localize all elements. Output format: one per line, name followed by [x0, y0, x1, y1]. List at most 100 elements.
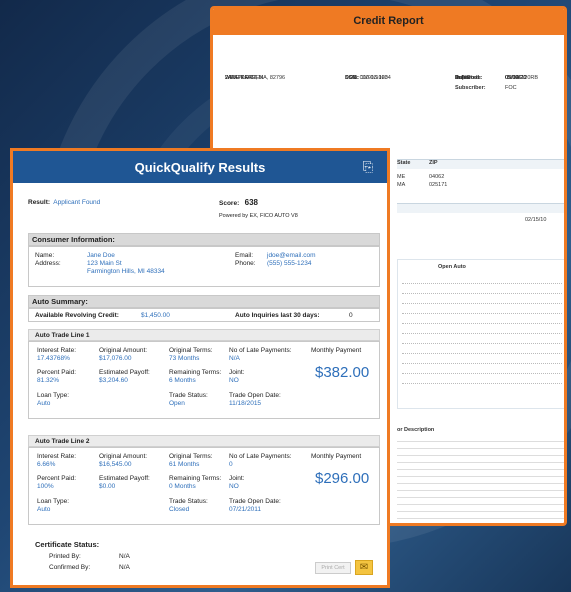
cr-table-lines	[402, 278, 562, 388]
confirmed-by-value: N/A	[119, 564, 130, 571]
cr-subscriber: FOC	[505, 84, 517, 91]
printed-by-value: N/A	[119, 553, 130, 560]
orig-amount-label: Original Amount:	[99, 347, 148, 354]
monthly-payment-value: $296.00	[315, 470, 370, 487]
trade-line-1-box: Interest Rate: 17.43768% Original Amount:…	[28, 341, 380, 419]
late-label: No of Late Payments:	[229, 453, 292, 460]
name-value: Jane Doe	[87, 252, 115, 259]
late-value: N/A	[229, 355, 240, 362]
trade-status-value: Closed	[169, 506, 190, 513]
cr-zip1: 04062	[429, 174, 445, 180]
orig-amount-label: Original Amount:	[99, 453, 148, 460]
cr-date2: 02/15/10	[525, 217, 547, 223]
remaining-value: 0 Months	[169, 483, 196, 490]
cr-zip-label: ZIP	[429, 160, 438, 166]
trade-status-label: Trade Status:	[169, 392, 208, 399]
orig-terms-label: Original Terms:	[169, 453, 213, 460]
print-icon[interactable]: ⎘	[359, 159, 377, 175]
cr-subcode: C0006120RB	[505, 74, 539, 81]
certificate-status-header: Certificate Status:	[35, 540, 100, 549]
print-cert-button[interactable]: Print Cert	[315, 562, 351, 574]
orig-amount-value: $17,076.00	[99, 355, 132, 362]
loan-type-label: Loan Type:	[37, 498, 70, 505]
cr-section-bar	[397, 203, 564, 213]
orig-terms-value: 73 Months	[169, 355, 200, 362]
joint-label: Joint:	[229, 475, 245, 482]
auto-summary-header: Auto Summary:	[28, 295, 380, 308]
monthly-payment-value: $382.00	[315, 364, 370, 381]
open-date-label: Trade Open Date:	[229, 392, 281, 399]
phone-value: (555) 555-1234	[267, 260, 312, 267]
address-line2: Farmington Hills, MI 48334	[87, 268, 165, 275]
qq-title: QuickQualify Results	[134, 159, 266, 175]
name-label: Name:	[35, 252, 55, 259]
trade-line-2-box: Interest Rate: 6.66% Original Amount: $16,…	[28, 447, 380, 525]
phone-label: Phone:	[235, 260, 256, 267]
loan-type-value: Auto	[37, 400, 51, 407]
late-value: 0	[229, 461, 233, 468]
address-label: Address:	[35, 260, 61, 267]
credit-report-title: Credit Report	[213, 9, 564, 35]
printed-by-label: Printed By:	[49, 553, 81, 560]
loan-type-value: Auto	[37, 506, 51, 513]
mail-icon[interactable]: ✉	[355, 560, 373, 575]
cr-description: or Description	[397, 427, 564, 521]
orig-amount-value: $16,545.00	[99, 461, 132, 468]
trade-status-value: Open	[169, 400, 185, 407]
result-value: Applicant Found	[53, 199, 101, 206]
score-value: 638	[244, 198, 259, 207]
address-line1: 123 Main St	[87, 260, 122, 267]
cr-state1: ME	[397, 174, 406, 180]
orig-terms-label: Original Terms:	[169, 347, 213, 354]
revolving-value: $1,450.00	[141, 312, 170, 319]
paid-label: Percent Paid:	[37, 475, 77, 482]
score-row: Score: 638	[219, 198, 258, 207]
late-label: No of Late Payments:	[229, 347, 292, 354]
payoff-value: $0.00	[99, 483, 116, 490]
remaining-label: Remaining Terms:	[169, 369, 222, 376]
cr-trade-table: Open Auto	[397, 259, 564, 409]
cr-state-values: ME 04062 MA 025171	[397, 173, 447, 189]
cr-state2: MA	[397, 182, 406, 188]
paid-label: Percent Paid:	[37, 369, 77, 376]
email-value[interactable]: jdoe@email.com	[267, 252, 316, 260]
joint-value: NO	[229, 377, 239, 384]
rate-value: 17.43768%	[37, 355, 70, 362]
result-row: Result: Applicant Found	[28, 199, 100, 206]
rate-label: Interest Rate:	[37, 453, 77, 460]
confirmed-by-label: Confirmed By:	[49, 564, 91, 571]
trade-line-2-header: Auto Trade Line 2	[28, 435, 380, 447]
email-label: Email:	[235, 252, 254, 259]
cr-zip2: 025171	[429, 182, 448, 188]
joint-value: NO	[229, 483, 239, 490]
monthly-payment-label: Monthly Payment	[311, 347, 362, 354]
powered-by: Powered by EX, FICO AUTO V8	[219, 213, 298, 219]
quickqualify-window: QuickQualify Results ⎘ Result: Applicant…	[10, 148, 390, 588]
rate-label: Interest Rate:	[37, 347, 77, 354]
remaining-value: 6 Months	[169, 377, 196, 384]
payoff-value: $3,204.60	[99, 377, 128, 384]
revolving-label: Available Revolving Credit:	[35, 312, 119, 319]
consumer-info-header: Consumer Information:	[28, 233, 380, 246]
paid-value: 81.32%	[37, 377, 60, 384]
cr-desc-title: or Description	[397, 427, 435, 433]
payoff-label: Estimated Payoff:	[99, 475, 150, 482]
cr-state-label: State	[397, 160, 411, 166]
loan-type-label: Loan Type:	[37, 392, 70, 399]
inquiries-label: Auto Inquiries last 30 days:	[235, 312, 320, 319]
auto-summary-box: Available Revolving Credit: $1,450.00 Au…	[28, 308, 380, 322]
cr-open-label: Open Auto	[438, 264, 466, 270]
inquiries-value: 0	[349, 312, 353, 319]
consumer-info-box: Name: Jane Doe Address: 123 Main St Farm…	[28, 246, 380, 287]
open-date-value: 11/18/2015	[229, 400, 262, 407]
score-label: Score:	[219, 200, 240, 207]
cr-subscriber-label: Subscriber:	[455, 84, 486, 91]
rate-value: 6.66%	[37, 461, 56, 468]
remaining-label: Remaining Terms:	[169, 475, 222, 482]
open-date-value: 07/21/2011	[229, 506, 262, 513]
cr-state-header: State ZIP	[397, 159, 564, 169]
orig-terms-value: 61 Months	[169, 461, 200, 468]
payoff-label: Estimated Payoff:	[99, 369, 150, 376]
joint-label: Joint:	[229, 369, 245, 376]
qq-header: QuickQualify Results ⎘	[13, 151, 387, 183]
